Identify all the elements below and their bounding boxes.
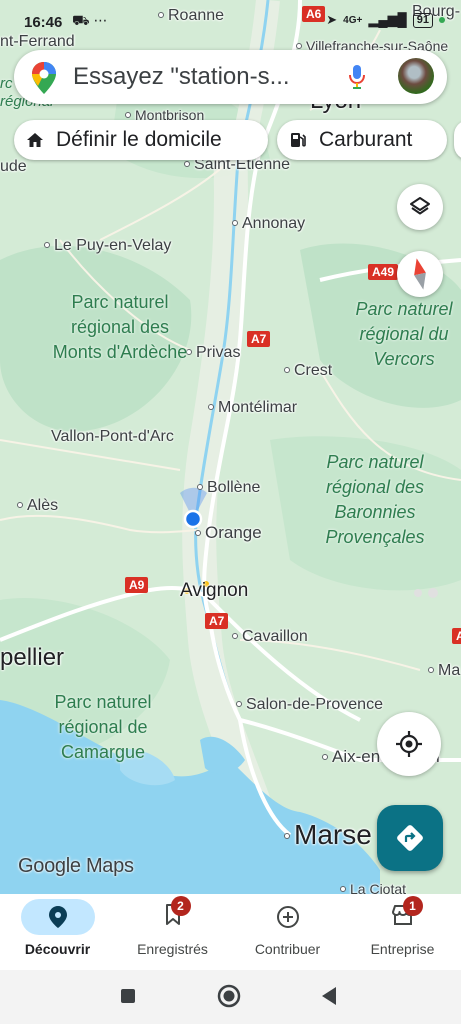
add-circle-icon (276, 906, 299, 928)
city-label[interactable]: La Ciotat (340, 880, 406, 894)
layers-icon (410, 197, 430, 215)
highway-shield: A7 (205, 613, 229, 629)
recents-icon (121, 989, 135, 1003)
city-label[interactable]: Ma (428, 662, 460, 680)
status-time: 16:46 (24, 14, 63, 31)
account-avatar[interactable] (398, 58, 434, 94)
compass-icon (414, 258, 426, 290)
google-maps-logo: Google Maps (18, 855, 134, 877)
city-label[interactable]: Privas (186, 344, 240, 362)
city-label[interactable]: Annonay (232, 215, 305, 233)
navigation-arrow-icon: ➤ (326, 12, 338, 27)
park-label[interactable]: Parc naturel régional du Vercors (340, 297, 461, 372)
highway-shield: A9 (125, 577, 149, 593)
tab-entreprise[interactable]: 1 Entreprise (345, 894, 460, 970)
city-label[interactable]: Crest (284, 362, 332, 380)
recents-button[interactable] (120, 988, 136, 1009)
tab-label: Entreprise (370, 941, 435, 957)
status-notification-icons: ⛟ ⋯ (72, 12, 108, 28)
city-label[interactable]: pellier (0, 645, 64, 671)
park-label[interactable]: Parc naturel régional des Baronnies Prov… (310, 450, 440, 550)
tab-contribuer[interactable]: Contribuer (230, 894, 345, 970)
city-label[interactable]: Avignon (180, 581, 248, 600)
city-label[interactable]: Bollène (197, 479, 260, 497)
notification-badge: 2 (170, 895, 191, 916)
city-label[interactable]: Alès (17, 497, 58, 515)
highway-shield: A7 (247, 331, 271, 347)
home-button[interactable] (217, 984, 241, 1013)
layers-button[interactable] (397, 184, 443, 230)
bottom-navigation: Découvrir 2 Enregistrés Contribuer 1 Ent… (0, 894, 461, 970)
search-input[interactable]: Essayez "station-s... (73, 63, 323, 91)
privacy-indicator-dot (439, 17, 445, 23)
city-label[interactable]: Montélimar (208, 399, 297, 417)
city-label[interactable]: Cavaillon (232, 628, 308, 646)
battery-indicator: 91 (412, 12, 433, 28)
google-maps-pin-icon (32, 62, 56, 99)
notification-badge: 1 (402, 895, 423, 916)
search-bar[interactable]: Essayez "station-s... (14, 50, 447, 104)
home-circle-icon (217, 984, 241, 1008)
chip-label: Carburant (319, 128, 413, 151)
fuel-pump-icon (291, 133, 306, 147)
directions-icon (397, 825, 423, 851)
crosshair-icon (396, 731, 422, 757)
city-label[interactable]: Vallon-Pont-d'Arc (51, 428, 174, 446)
home-icon (27, 133, 43, 147)
city-label[interactable]: Le Puy-en-Velay (44, 237, 171, 255)
city-label[interactable]: Orange (195, 524, 262, 542)
back-button[interactable] (320, 986, 338, 1011)
highway-shield: A (452, 628, 461, 644)
tab-label: Découvrir (24, 941, 91, 957)
tab-label: Contribuer (254, 941, 321, 957)
signal-bars-icon: ▂▄▆█ (368, 12, 407, 27)
park-label[interactable]: Parc naturel régional des Monts d'Ardèch… (50, 290, 190, 365)
signal-label: 4G+ (343, 14, 363, 26)
compass-button[interactable] (397, 251, 443, 297)
set-home-chip[interactable]: Définir le domicile (14, 120, 268, 160)
tab-label: Enregistrés (137, 941, 208, 957)
status-bar: 16:46 ⛟ ⋯ ➤ 4G+ ▂▄▆█ 91 (0, 0, 461, 42)
city-label[interactable]: Marse (284, 820, 372, 850)
tab-decouvrir[interactable]: Découvrir (0, 894, 115, 970)
my-location-button[interactable] (377, 712, 441, 776)
city-label[interactable]: Salon-de-Provence (236, 696, 383, 714)
back-triangle-icon (322, 987, 336, 1005)
park-label[interactable]: Parc naturel régional de Camargue (28, 690, 178, 765)
explore-pin-icon (48, 906, 67, 928)
tab-enregistres[interactable]: 2 Enregistrés (115, 894, 230, 970)
fuel-chip[interactable]: Carburant (277, 120, 447, 160)
city-label[interactable]: ude (0, 158, 27, 176)
system-navigation-bar (0, 970, 461, 1024)
directions-button[interactable] (377, 805, 443, 871)
microphone-icon[interactable] (348, 64, 366, 95)
highway-shield: A49 (368, 264, 399, 280)
chip-label: Définir le domicile (56, 128, 222, 151)
